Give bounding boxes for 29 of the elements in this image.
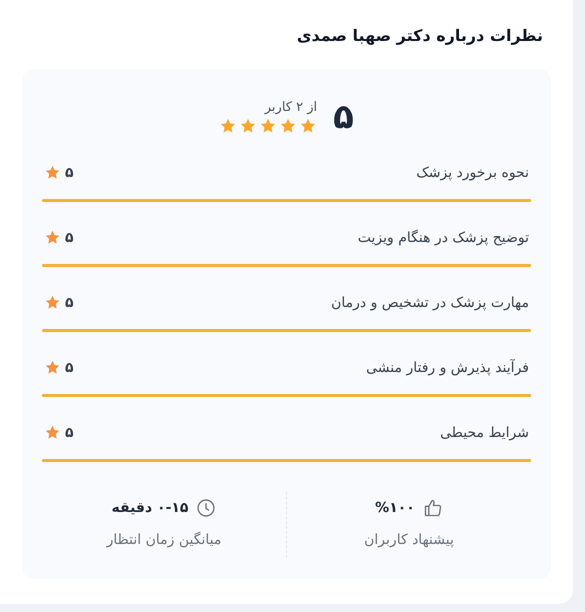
criterion-score: ۵ — [65, 230, 74, 246]
criterion-label: مهارت پزشک در تشخیص و درمان — [330, 294, 529, 310]
criterion-label: نحوه برخورد پزشک — [415, 164, 529, 180]
stat-caption: پیشنهاد کاربران — [364, 532, 454, 548]
star-icon — [219, 116, 238, 134]
criterion-score: ۵ — [65, 294, 74, 310]
star-icon — [299, 116, 318, 134]
review-count: از ۲ کاربر — [264, 100, 318, 114]
star-icon — [259, 116, 278, 134]
criterion-label: توضیح پزشک در هنگام ویزیت — [356, 230, 529, 246]
star-icon — [44, 424, 61, 441]
star-icon — [44, 229, 61, 246]
thumbs-up-icon — [422, 498, 443, 518]
criterion-score: ۵ — [65, 424, 74, 440]
stat-value: ۰-۱۵ دقیقه — [112, 500, 188, 516]
star-icon — [44, 359, 61, 376]
section-title: نظرات درباره دکتر صهبا صمدی — [296, 26, 543, 45]
clock-icon — [196, 498, 216, 518]
criterion-score: ۵ — [65, 360, 74, 376]
criterion-label: شرایط محیطی — [439, 424, 529, 440]
star-icon — [44, 294, 61, 311]
star-icon — [279, 116, 298, 134]
star-icon — [239, 116, 258, 134]
stat-value: %۱۰۰ — [375, 500, 415, 516]
criterion-label: فرآیند پذیرش و رفتار منشی — [365, 360, 529, 376]
average-score: ۵ — [333, 97, 354, 137]
star-icon — [44, 164, 61, 181]
stat-caption: میانگین زمان انتظار — [106, 532, 222, 548]
criterion-score: ۵ — [65, 164, 74, 180]
